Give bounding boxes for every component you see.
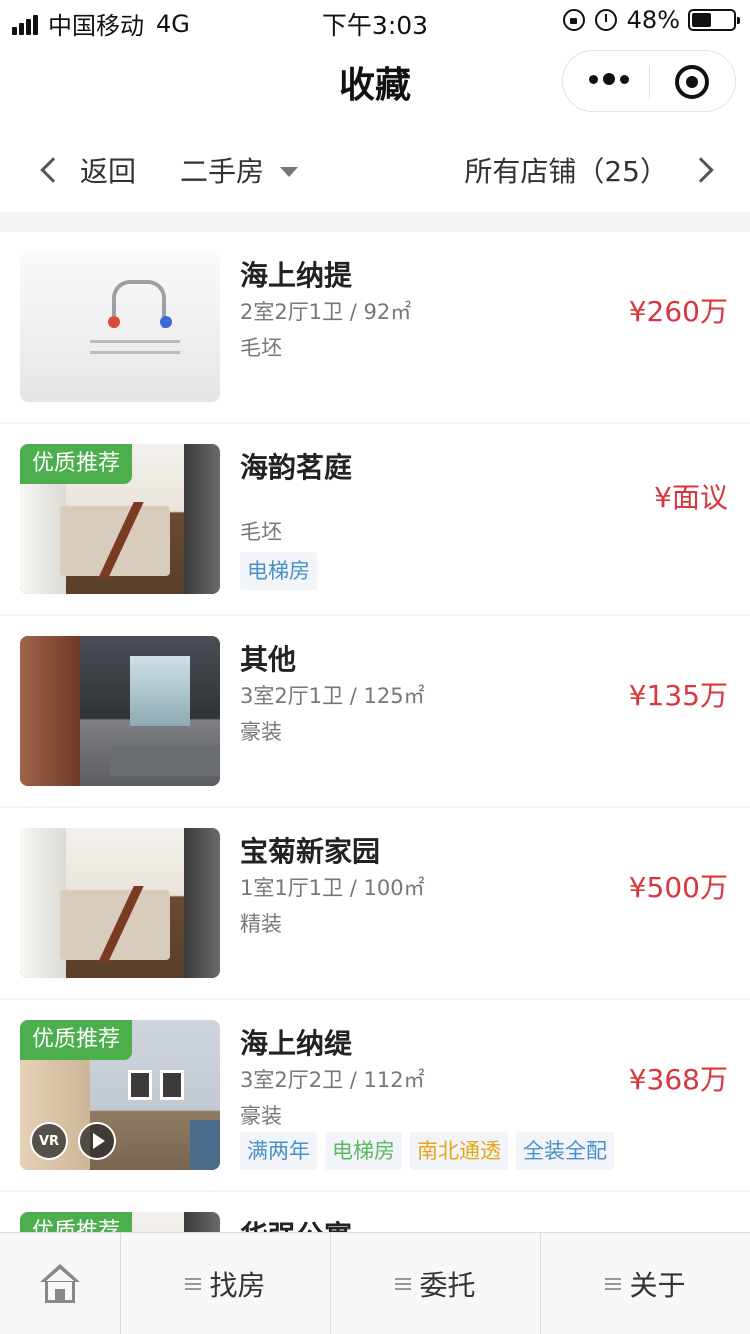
listing-card[interactable]: 优质推荐 海韵茗庭 毛坯 ¥面议 电梯房 — [0, 424, 750, 614]
battery-icon — [688, 9, 740, 31]
listing-title: 海上纳提 — [240, 259, 353, 292]
listing-photo: 优质推荐 — [20, 444, 220, 594]
property-type-label: 二手房 — [180, 155, 265, 188]
menu-icon — [185, 1278, 202, 1290]
play-icon — [92, 1133, 105, 1149]
tab-home[interactable] — [0, 1233, 120, 1334]
listing-tag: 全装全配 — [516, 1132, 614, 1170]
listing-photo — [20, 828, 220, 978]
listing-layout: 3室2厅2卫 / 112㎡ — [240, 1068, 425, 1092]
close-miniprogram-icon[interactable] — [675, 65, 709, 99]
listing-price: ¥面议 — [654, 481, 728, 514]
listing-decoration: 豪装 — [240, 1104, 282, 1128]
caret-down-icon — [280, 167, 299, 177]
listing-tag: 电梯房 — [240, 552, 317, 590]
back-label: 返回 — [80, 155, 137, 188]
listing-tag: 南北通透 — [410, 1132, 508, 1170]
battery-percent: 48% — [626, 6, 680, 34]
listing-decoration: 豪装 — [240, 720, 282, 744]
listing-card[interactable]: 海上纳提 2室2厅1卫 / 92㎡ 毛坯 ¥260万 — [0, 232, 750, 422]
play-video-button[interactable] — [78, 1122, 116, 1160]
tab-label: 委托 — [419, 1269, 476, 1302]
tab-about[interactable]: 关于 — [540, 1233, 750, 1334]
filter-bar: 返回 二手房 所有店铺（25） — [0, 120, 750, 212]
listing-decoration: 毛坯 — [240, 520, 282, 544]
rotation-lock-icon — [562, 9, 585, 31]
listing-tags: 电梯房 — [240, 552, 325, 590]
alarm-icon — [594, 9, 617, 31]
listing-layout: 2室2厅1卫 / 92㎡ — [240, 300, 412, 324]
listing-price: ¥135万 — [628, 679, 728, 712]
listing-layout: 1室1厅1卫 / 100㎡ — [240, 876, 425, 900]
listing-card[interactable]: 优质推荐 VR 海上纳缇 3室2厅2卫 / 112㎡ 豪装 ¥368万 满两年 … — [0, 1000, 750, 1190]
listing-price: ¥260万 — [628, 295, 728, 328]
listing-card[interactable]: 宝菊新家园 1室1厅1卫 / 100㎡ 精装 ¥500万 — [0, 808, 750, 998]
capsule-divider — [649, 65, 650, 99]
shop-label: 所有店铺（25） — [464, 155, 668, 188]
bottom-tab-bar: 找房 委托 关于 — [0, 1232, 750, 1334]
listing-tag: 满两年 — [240, 1132, 317, 1170]
listing-tags: 满两年 电梯房 南北通透 全装全配 — [240, 1132, 622, 1170]
listing-photo — [20, 252, 220, 402]
listing-decoration: 毛坯 — [240, 336, 282, 360]
property-type-dropdown[interactable]: 二手房 — [180, 150, 299, 190]
listing-title: 其他 — [240, 643, 297, 676]
listing-photo: 优质推荐 VR — [20, 1020, 220, 1170]
battery-fill — [692, 13, 712, 27]
tab-entrust[interactable]: 委托 — [330, 1233, 540, 1334]
listing-title: 海上纳缇 — [240, 1027, 353, 1060]
listing-decoration: 精装 — [240, 912, 282, 936]
media-controls: VR — [30, 1122, 126, 1160]
status-bar: 中国移动 4G 下午3:03 48% — [0, 0, 750, 44]
featured-badge: 优质推荐 — [20, 1020, 133, 1060]
tab-label: 找房 — [209, 1269, 266, 1302]
featured-badge: 优质推荐 — [20, 444, 133, 484]
nav-bar: 收藏 — [0, 44, 750, 120]
miniprogram-capsule — [562, 50, 736, 112]
listing-layout: 3室2厅1卫 / 125㎡ — [240, 684, 425, 708]
chevron-left-icon — [40, 157, 66, 183]
back-button[interactable]: 返回 — [38, 150, 136, 190]
listing-price: ¥500万 — [628, 871, 728, 904]
listing-price: ¥368万 — [628, 1063, 728, 1096]
more-options-icon[interactable] — [589, 73, 634, 85]
status-right: 48% — [562, 6, 740, 34]
listing-card[interactable]: 其他 3室2厅1卫 / 125㎡ 豪装 ¥135万 — [0, 616, 750, 806]
listing-tag: 电梯房 — [325, 1132, 402, 1170]
listing-title: 海韵茗庭 — [240, 451, 353, 484]
shop-selector[interactable]: 所有店铺（25） — [464, 150, 714, 190]
vr-button[interactable]: VR — [30, 1122, 68, 1160]
home-icon — [38, 1264, 82, 1304]
listing-photo — [20, 636, 220, 786]
menu-icon — [605, 1278, 622, 1290]
tab-label: 关于 — [629, 1269, 686, 1302]
menu-icon — [395, 1278, 412, 1290]
listing-title: 宝菊新家园 — [240, 835, 381, 868]
tab-find-house[interactable]: 找房 — [120, 1233, 330, 1334]
chevron-right-icon — [688, 157, 714, 183]
